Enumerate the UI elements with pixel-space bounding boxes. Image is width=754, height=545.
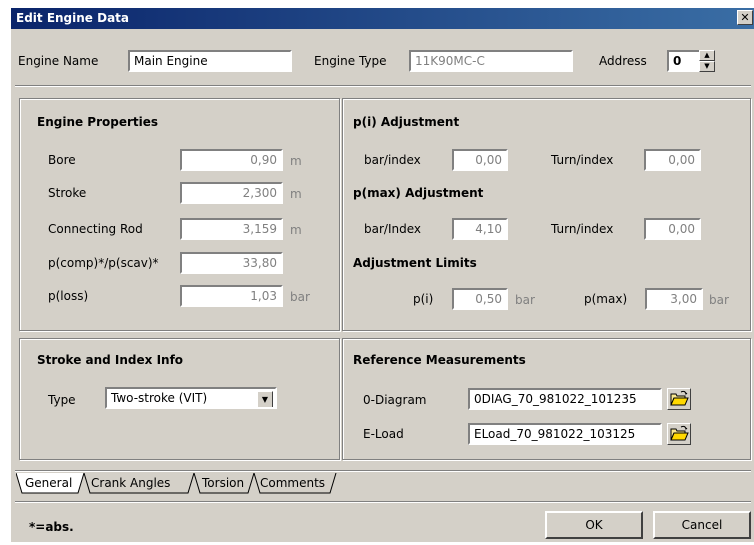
limit-pi-label: p(i) [413, 292, 434, 306]
stroke-label: Stroke [48, 186, 87, 200]
ploss-label: p(loss) [48, 289, 89, 303]
ok-button[interactable]: OK [545, 511, 643, 539]
engine-properties-title: Engine Properties [37, 115, 159, 129]
address-spin-arrows[interactable]: ▲ ▼ [699, 50, 715, 72]
open-folder-icon [670, 425, 689, 441]
reference-title: Reference Measurements [353, 353, 526, 367]
engine-type-field: 11K90MC-C [409, 50, 573, 72]
cancel-button[interactable]: Cancel [653, 511, 751, 539]
bore-field: 0,90 [180, 149, 283, 171]
pcomp-pscav-field: 33,80 [180, 252, 283, 274]
connecting-rod-label: Connecting Rod [48, 222, 143, 236]
tab-torsion[interactable]: Torsion [202, 473, 244, 493]
stroke-index-title: Stroke and Index Info [37, 353, 184, 367]
pi-adjustment-title: p(i) Adjustment [353, 115, 460, 129]
ploss-field: 1,03 [180, 285, 283, 307]
type-label: Type [48, 393, 76, 407]
abs-note: *=abs. [29, 520, 74, 534]
eload-field[interactable]: ELoad_70_981022_103125 [468, 423, 662, 445]
limit-pmax-field: 3,00 [645, 288, 703, 310]
close-icon: ✕ [740, 11, 750, 24]
limit-pmax-unit: bar [709, 293, 729, 307]
pmax-adjustment-title: p(max) Adjustment [353, 186, 484, 200]
limit-pi-field: 0,50 [452, 288, 508, 310]
pmax-turn-index-label: Turn/index [551, 222, 614, 236]
pi-turn-index-field: 0,00 [644, 149, 701, 171]
tab-comments[interactable]: Comments [260, 473, 325, 493]
footer-separator [15, 501, 751, 503]
address-label: Address [599, 54, 647, 68]
pmax-turn-index-field: 0,00 [644, 218, 701, 240]
eload-browse-button[interactable] [667, 423, 691, 445]
engine-type-label: Engine Type [314, 54, 387, 68]
connecting-rod-field: 3,159 [180, 218, 283, 240]
pmax-bar-index-field: 4,10 [452, 218, 508, 240]
odiagram-browse-button[interactable] [667, 388, 691, 410]
open-folder-icon [670, 390, 689, 406]
chevron-down-icon[interactable]: ▼ [257, 391, 273, 407]
engine-name-input[interactable]: Main Engine [128, 50, 292, 72]
address-spinner[interactable]: 0 ▲ ▼ [667, 50, 715, 72]
type-select-value: Two-stroke (VIT) [111, 391, 208, 405]
odiagram-field[interactable]: 0DIAG_70_981022_101235 [468, 388, 662, 410]
bore-unit: m [290, 154, 302, 168]
tabs-separator [15, 470, 751, 472]
odiagram-label: 0-Diagram [363, 393, 427, 407]
pcomp-pscav-label: p(comp)*/p(scav)* [48, 256, 159, 270]
spin-down-icon[interactable]: ▼ [699, 61, 715, 72]
stroke-field: 2,300 [180, 182, 283, 204]
limit-pmax-label: p(max) [584, 292, 628, 306]
stroke-unit: m [290, 187, 302, 201]
edit-engine-dialog: Edit Engine Data ✕ Engine Name Main Engi… [10, 7, 754, 542]
adjustment-limits-title: Adjustment Limits [353, 256, 477, 270]
pi-bar-index-label: bar/index [364, 153, 421, 167]
pi-turn-index-label: Turn/index [551, 153, 614, 167]
close-button[interactable]: ✕ [737, 10, 753, 25]
type-select[interactable]: Two-stroke (VIT) ▼ [105, 387, 277, 409]
pmax-bar-index-label: bar/Index [364, 222, 421, 236]
ploss-unit: bar [290, 290, 310, 304]
connecting-rod-unit: m [290, 223, 302, 237]
title-bar[interactable]: Edit Engine Data ✕ [11, 8, 754, 29]
pi-bar-index-field: 0,00 [452, 149, 508, 171]
window-title: Edit Engine Data [16, 11, 130, 25]
bore-label: Bore [48, 153, 76, 167]
tab-crank-angles[interactable]: Crank Angles [91, 473, 170, 493]
tab-general[interactable]: General [25, 473, 72, 493]
header-separator [15, 85, 751, 87]
engine-name-label: Engine Name [18, 54, 99, 68]
spin-up-icon[interactable]: ▲ [699, 50, 715, 61]
limit-pi-unit: bar [515, 293, 535, 307]
eload-label: E-Load [363, 427, 404, 441]
